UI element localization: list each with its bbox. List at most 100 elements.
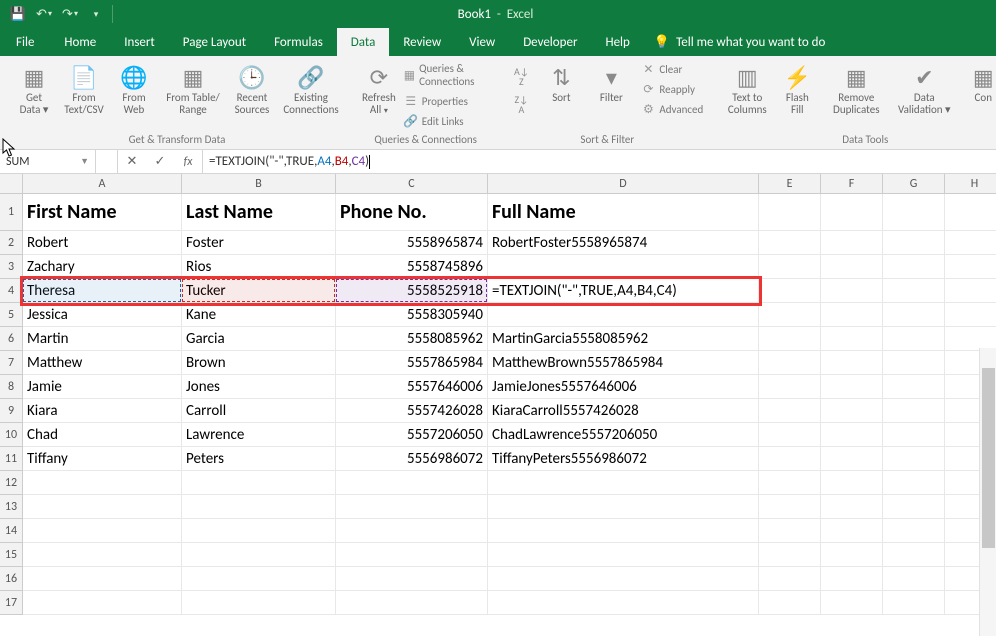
cell-A14[interactable] (23, 519, 182, 543)
advanced-button[interactable]: ⚙Advanced (637, 100, 707, 118)
cell-G5[interactable] (883, 303, 945, 327)
cell-B11[interactable]: Peters (182, 447, 336, 471)
cell-A6[interactable]: Martin (23, 327, 182, 351)
cell-E12[interactable] (759, 471, 821, 495)
fx-button[interactable]: fx (174, 150, 202, 173)
cell-F15[interactable] (821, 543, 883, 567)
cell-H1[interactable] (945, 194, 996, 231)
cell-E7[interactable] (759, 351, 821, 375)
cell-E5[interactable] (759, 303, 821, 327)
cell-B5[interactable]: Kane (182, 303, 336, 327)
tab-view[interactable]: View (455, 28, 509, 56)
cell-D14[interactable] (488, 519, 759, 543)
cell-E14[interactable] (759, 519, 821, 543)
cell-F17[interactable] (821, 591, 883, 615)
cell-D4[interactable]: =TEXTJOIN("-",TRUE,A4,B4,C4) (488, 279, 759, 303)
cell-C15[interactable] (336, 543, 488, 567)
cell-D17[interactable] (488, 591, 759, 615)
recent-sources-button[interactable]: 🕒Recent Sources (228, 60, 276, 116)
cell-A10[interactable]: Chad (23, 423, 182, 447)
cell-C17[interactable] (336, 591, 488, 615)
cell-G7[interactable] (883, 351, 945, 375)
cell-B7[interactable]: Brown (182, 351, 336, 375)
row-header-9[interactable]: 9 (0, 399, 23, 423)
cell-B17[interactable] (182, 591, 336, 615)
queries-connections-button[interactable]: ▦Queries & Connections (400, 60, 492, 90)
tab-data[interactable]: Data (337, 28, 390, 56)
cell-D6[interactable]: MartinGarcia5558085962 (488, 327, 759, 351)
reapply-button[interactable]: ⟳Reapply (637, 80, 707, 98)
filter-button[interactable]: ▾ Filter (587, 60, 635, 104)
cell-D10[interactable]: ChadLawrence5557206050 (488, 423, 759, 447)
row-header-14[interactable]: 14 (0, 519, 23, 543)
cell-G3[interactable] (883, 255, 945, 279)
cell-C2[interactable]: 5558965874 (336, 231, 488, 255)
cell-F9[interactable] (821, 399, 883, 423)
column-header-E[interactable]: E (759, 174, 821, 194)
cell-B2[interactable]: Foster (182, 231, 336, 255)
cell-E8[interactable] (759, 375, 821, 399)
cell-C11[interactable]: 5556986072 (336, 447, 488, 471)
cell-C16[interactable] (336, 567, 488, 591)
row-header-11[interactable]: 11 (0, 447, 23, 471)
spreadsheet-grid[interactable]: ABCDEFGH 1234567891011121314151617 First… (0, 174, 996, 636)
cell-A8[interactable]: Jamie (23, 375, 182, 399)
cell-C6[interactable]: 5558085962 (336, 327, 488, 351)
row-header-5[interactable]: 5 (0, 303, 23, 327)
cell-E1[interactable] (759, 194, 821, 231)
tab-formulas[interactable]: Formulas (260, 28, 337, 56)
row-header-1[interactable]: 1 (0, 194, 23, 231)
row-header-16[interactable]: 16 (0, 567, 23, 591)
data-validation-button[interactable]: ✔Data Validation ▾ (891, 60, 957, 116)
row-header-12[interactable]: 12 (0, 471, 23, 495)
cell-F3[interactable] (821, 255, 883, 279)
cell-G12[interactable] (883, 471, 945, 495)
cell-D16[interactable] (488, 567, 759, 591)
cell-D12[interactable] (488, 471, 759, 495)
cell-A7[interactable]: Matthew (23, 351, 182, 375)
cell-G16[interactable] (883, 567, 945, 591)
cell-A1[interactable]: First Name (23, 194, 182, 231)
column-header-B[interactable]: B (182, 174, 336, 194)
cell-A3[interactable]: Zachary (23, 255, 182, 279)
cell-D3[interactable] (488, 255, 759, 279)
cell-G15[interactable] (883, 543, 945, 567)
cell-F7[interactable] (821, 351, 883, 375)
cell-C8[interactable]: 5557646006 (336, 375, 488, 399)
cancel-button[interactable]: ✕ (118, 150, 146, 173)
cell-D9[interactable]: KiaraCarroll5557426028 (488, 399, 759, 423)
cell-G9[interactable] (883, 399, 945, 423)
existing-connections-button[interactable]: 🔗Existing Connections (278, 60, 344, 116)
cell-F11[interactable] (821, 447, 883, 471)
refresh-all-button[interactable]: ⟳ Refresh All ▾ (360, 60, 398, 117)
tab-developer[interactable]: Developer (509, 28, 591, 56)
cell-H4[interactable] (945, 279, 996, 303)
tab-home[interactable]: Home (50, 28, 110, 56)
cell-F6[interactable] (821, 327, 883, 351)
cell-C13[interactable] (336, 495, 488, 519)
cell-G13[interactable] (883, 495, 945, 519)
scrollbar-thumb[interactable] (982, 368, 995, 548)
cell-E10[interactable] (759, 423, 821, 447)
tab-page-layout[interactable]: Page Layout (169, 28, 260, 56)
column-header-A[interactable]: A (23, 174, 182, 194)
cell-C1[interactable]: Phone No. (336, 194, 488, 231)
cell-F4[interactable] (821, 279, 883, 303)
cell-B6[interactable]: Garcia (182, 327, 336, 351)
from-table-range-button[interactable]: ▦From Table/ Range (160, 60, 226, 116)
cell-D7[interactable]: MatthewBrown5557865984 (488, 351, 759, 375)
tab-review[interactable]: Review (389, 28, 455, 56)
cell-E16[interactable] (759, 567, 821, 591)
clear-button[interactable]: ✕Clear (637, 60, 707, 78)
sort-az-button[interactable]: A↓Z Z↓A (507, 60, 535, 118)
cell-F16[interactable] (821, 567, 883, 591)
cell-D13[interactable] (488, 495, 759, 519)
cell-G14[interactable] (883, 519, 945, 543)
cell-A5[interactable]: Jessica (23, 303, 182, 327)
cell-A15[interactable] (23, 543, 182, 567)
cell-E3[interactable] (759, 255, 821, 279)
get-data-button[interactable]: ▦Get Data ▾ (10, 60, 58, 116)
cell-B1[interactable]: Last Name (182, 194, 336, 231)
cell-B8[interactable]: Jones (182, 375, 336, 399)
cell-H2[interactable] (945, 231, 996, 255)
